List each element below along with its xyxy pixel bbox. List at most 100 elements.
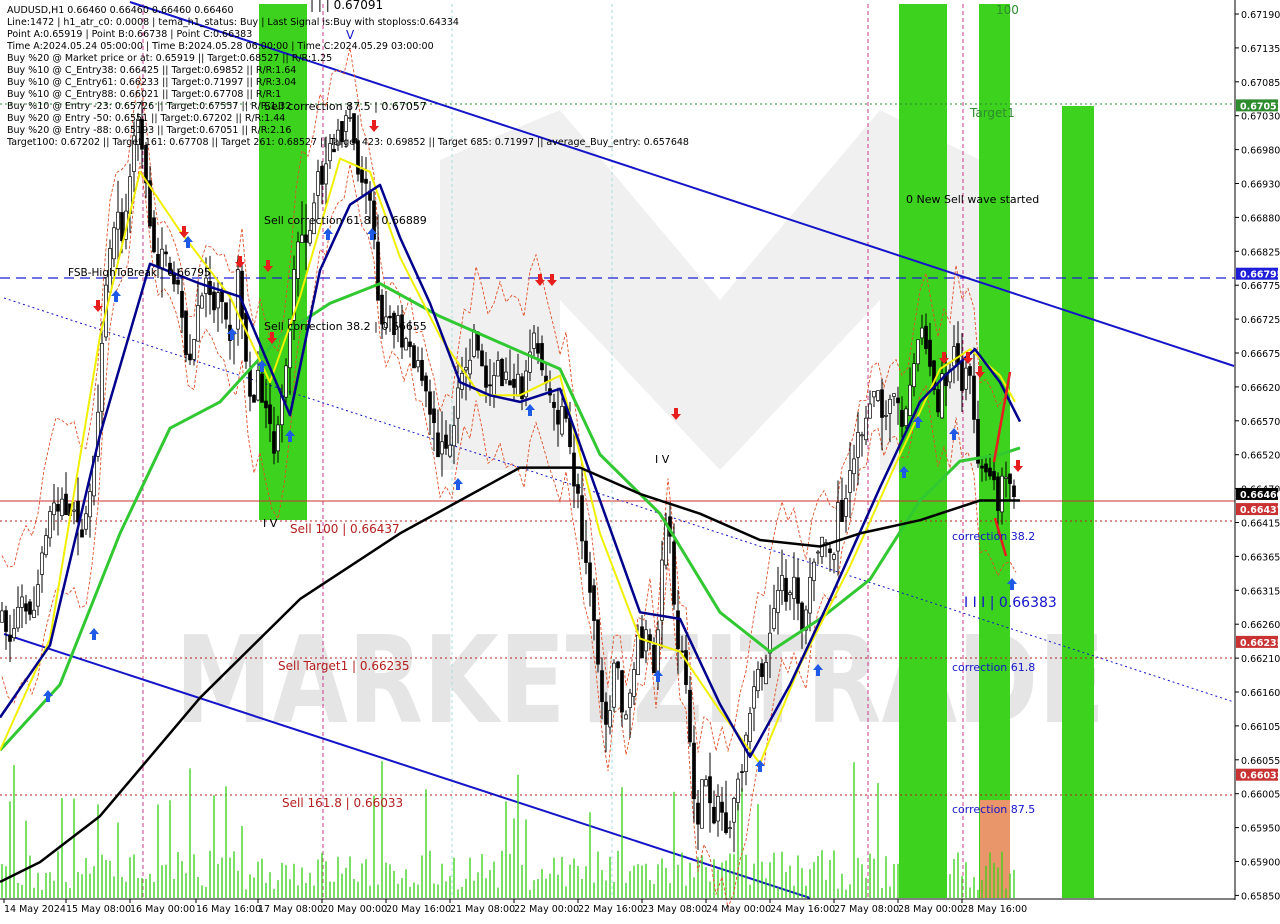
price-tick-label: 0.65850 [1241, 891, 1280, 902]
candle-body [408, 341, 412, 347]
candle-body [164, 251, 168, 255]
price-tick-label: 0.66055 [1241, 756, 1280, 767]
candle-body [492, 375, 496, 398]
candle-body [112, 227, 116, 260]
candle-body [188, 353, 192, 361]
price-tag-label: 0.66033 [1240, 771, 1280, 782]
sell-correction-61-label: Sell correction 61.8 | 0.66889 [264, 214, 427, 227]
candle-body [952, 346, 956, 367]
correction-87-label: correction 87.5 [952, 803, 1035, 816]
price-tag-label: 0.66235 [1240, 638, 1280, 649]
price-tick-label: 0.66930 [1241, 180, 1280, 191]
info-line: Buy %10 @ C_Entry61: 0.66233 || Target:0… [7, 77, 296, 88]
candle-body [840, 499, 844, 522]
candle-body [216, 292, 220, 309]
candle-body [332, 148, 336, 153]
candle-body [16, 606, 20, 629]
candle-body [536, 343, 540, 354]
info-line: Target100: 0.67202 || Target 161: 0.6770… [6, 137, 689, 148]
candle-body [420, 360, 424, 381]
sell-100-label: Sell 100 | 0.66437 [290, 522, 400, 536]
candle-body [756, 668, 760, 692]
time-tick-label: 22 May 00:00 [514, 904, 579, 915]
candle-body [836, 502, 840, 552]
sell-correction-38-label: Sell correction 38.2 | 0.66655 [264, 320, 427, 333]
candle-body [936, 389, 940, 413]
candle-body [276, 424, 280, 452]
candle-body [900, 409, 904, 427]
candle-body [652, 644, 656, 674]
top-value-label: | | | 0.67091 [310, 0, 383, 12]
candle-body [876, 390, 880, 401]
time-tick-label: 28 May 16:00 [962, 904, 1027, 915]
candle-body [44, 535, 48, 556]
candle-body [316, 171, 320, 196]
candle-body [388, 315, 392, 319]
candle-body [364, 178, 368, 184]
candle-body [116, 211, 120, 230]
correction-61-label: correction 61.8 [952, 661, 1035, 674]
price-tag-label: 0.66460 [1240, 490, 1280, 501]
candle-body [8, 634, 12, 642]
time-tick-label: 20 May 00:00 [322, 904, 387, 915]
price-tag-label: 0.67051 [1240, 101, 1280, 112]
candle-body [700, 779, 704, 829]
candle-body [812, 561, 816, 581]
info-line: Buy %20 @ Entry -50: 0.6551 || Target:0.… [7, 113, 285, 124]
candle-body [12, 628, 16, 639]
price-chart[interactable]: MARKETZITRADE | | | 0.67091 V Target1 0 … [0, 0, 1280, 920]
info-line: Point A:0.65919 | Point B:0.66738 | Poin… [7, 29, 252, 40]
candle-body [728, 827, 732, 830]
zone-green-2 [899, 4, 947, 898]
candle-body [32, 609, 36, 618]
candle-body [436, 432, 440, 458]
candle-body [1008, 473, 1012, 484]
candle-body [100, 343, 104, 412]
candle-body [84, 513, 88, 530]
candle-body [584, 540, 588, 563]
candle-body [596, 619, 600, 665]
candle-body [72, 509, 76, 512]
candle-body [740, 771, 744, 773]
candle-body [828, 548, 832, 553]
candle-body [996, 476, 1000, 511]
candle-body [324, 163, 328, 185]
candle-body [732, 798, 736, 823]
candle-body [760, 663, 764, 677]
candle-body [448, 444, 452, 457]
time-tick-label: 16 May 00:00 [130, 904, 195, 915]
price-tick-label: 0.66725 [1241, 315, 1280, 326]
price-tick-label: 0.67190 [1241, 10, 1280, 21]
price-tick-label: 0.65950 [1241, 824, 1280, 835]
candle-body [360, 169, 364, 183]
candle-body [964, 367, 968, 390]
candle-body [660, 559, 664, 621]
candle-body [452, 425, 456, 447]
candle-body [1012, 485, 1016, 498]
candle-body [424, 375, 428, 392]
candle-body [904, 408, 908, 426]
candle-body [404, 338, 408, 351]
candle-body [992, 471, 996, 481]
candle-body [220, 290, 224, 302]
candle-body [640, 626, 644, 659]
candle-body [36, 584, 40, 607]
candle-body [504, 371, 508, 380]
candle-body [416, 360, 420, 368]
price-tag-label: 0.66437 [1240, 505, 1280, 516]
candle-body [120, 212, 124, 242]
candle-body [588, 562, 592, 593]
candle-body [764, 661, 768, 685]
candle-body [468, 359, 472, 375]
candle-body [224, 302, 228, 320]
candle-body [908, 384, 912, 416]
price-tick-label: 0.66980 [1241, 146, 1280, 157]
candle-body [984, 463, 988, 473]
candle-body [612, 662, 616, 708]
time-tick-label: 20 May 16:00 [386, 904, 451, 915]
candle-body [928, 339, 932, 367]
iv-left-label: I V [263, 517, 278, 530]
candle-body [532, 332, 536, 349]
candle-body [80, 529, 84, 538]
candle-body [892, 393, 896, 397]
